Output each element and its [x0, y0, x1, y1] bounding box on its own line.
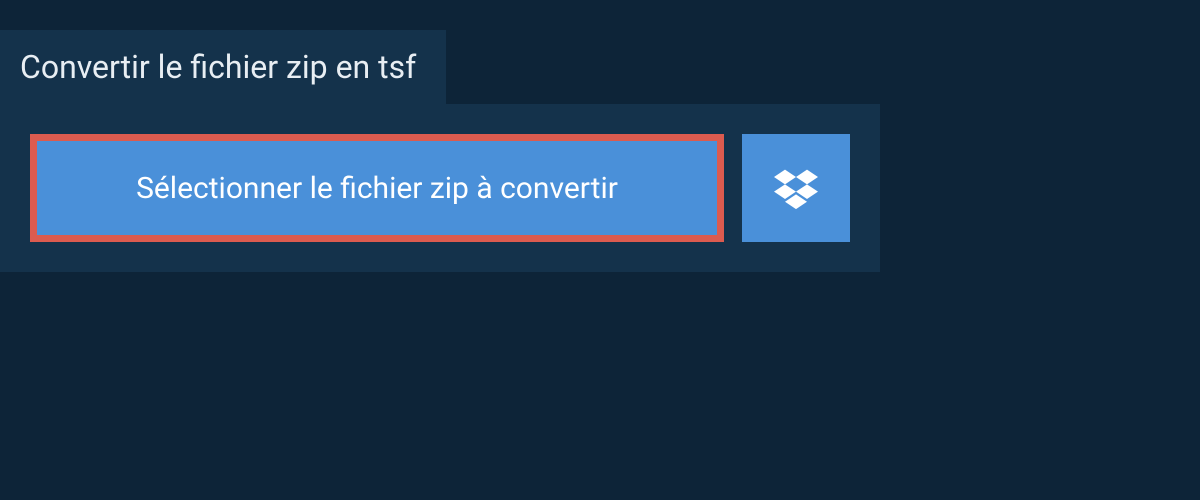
upload-panel: Sélectionner le fichier zip à convertir — [0, 104, 880, 272]
page-title: Convertir le fichier zip en tsf — [0, 30, 446, 104]
converter-widget: Convertir le fichier zip en tsf Sélectio… — [0, 0, 1200, 272]
select-file-button[interactable]: Sélectionner le fichier zip à convertir — [30, 134, 724, 242]
select-file-label: Sélectionner le fichier zip à convertir — [136, 171, 618, 206]
dropbox-icon — [774, 166, 818, 210]
dropbox-button[interactable] — [742, 134, 850, 242]
